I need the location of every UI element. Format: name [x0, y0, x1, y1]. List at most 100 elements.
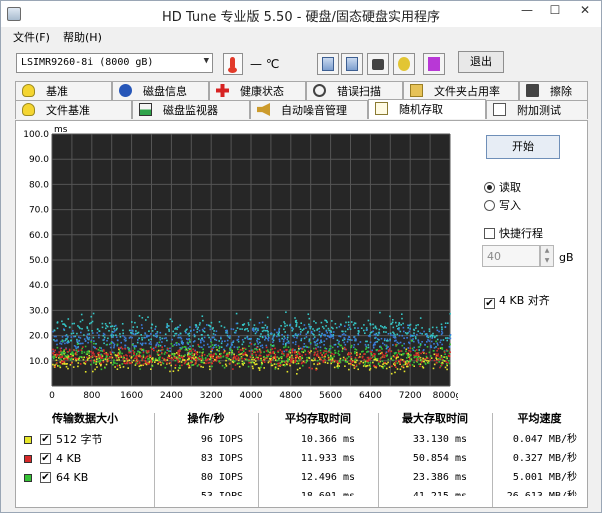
data-point — [231, 350, 233, 353]
data-point — [408, 330, 411, 333]
trash-icon — [526, 84, 539, 97]
data-point — [259, 349, 261, 352]
data-point — [164, 333, 167, 335]
data-point — [117, 355, 120, 357]
data-point — [266, 356, 269, 358]
data-point — [324, 354, 326, 356]
align-option[interactable]: ✔ 4 KB 对齐 — [484, 292, 550, 309]
data-point — [195, 351, 197, 353]
tab-erase[interactable]: 擦除 — [519, 81, 588, 100]
data-point — [365, 340, 367, 343]
tab-folder-usage[interactable]: 文件夹占用率 — [403, 81, 519, 100]
options-button[interactable] — [393, 53, 415, 75]
copy-results-button[interactable] — [341, 53, 363, 75]
data-point — [247, 338, 249, 340]
data-point — [155, 343, 158, 346]
data-point — [93, 362, 95, 364]
data-point — [59, 347, 62, 350]
tab-random-access[interactable]: 随机存取 — [368, 99, 486, 119]
data-point — [93, 340, 95, 342]
tab-error-scan[interactable]: 错误扫描 — [306, 81, 403, 100]
data-point — [341, 350, 344, 352]
data-point — [136, 352, 138, 355]
data-point — [99, 361, 101, 363]
data-point — [336, 365, 338, 368]
quick-stroke-checkbox[interactable] — [484, 228, 495, 239]
data-point — [402, 326, 405, 329]
quick-stroke-option[interactable]: 快捷行程 — [484, 225, 543, 241]
data-point — [290, 357, 292, 360]
data-point — [424, 358, 426, 360]
tab-file-benchmark[interactable]: 文件基准 — [15, 100, 132, 119]
read-option[interactable]: 读取 — [484, 179, 521, 195]
series-color-swatch — [24, 455, 32, 463]
data-point — [231, 360, 234, 363]
tab-health[interactable]: 健康状态 — [209, 81, 306, 100]
exit-button[interactable]: 退出 — [458, 51, 504, 73]
data-point — [260, 366, 262, 369]
tab-benchmark[interactable]: 基准 — [15, 81, 112, 100]
data-point — [180, 361, 183, 363]
data-point — [313, 347, 315, 350]
data-point — [154, 361, 156, 363]
data-point — [156, 331, 159, 333]
data-point — [399, 361, 401, 364]
data-point — [271, 356, 274, 359]
screenshot-button[interactable] — [367, 53, 389, 75]
data-point — [147, 358, 149, 360]
series-checkbox[interactable]: ✔ — [40, 472, 51, 483]
tab-disk-monitor[interactable]: 磁盘监视器 — [132, 100, 250, 119]
data-point — [352, 346, 355, 349]
start-button[interactable]: 开始 — [486, 135, 560, 159]
tab-noise-management[interactable]: 自动噪音管理 — [250, 100, 368, 119]
maximize-button[interactable]: ☐ — [541, 1, 569, 21]
drive-select[interactable]: LSIMR9260-8i (8000 gB) ▼ — [16, 53, 213, 73]
data-point — [309, 341, 312, 344]
quick-stroke-input[interactable]: 40 — [482, 245, 540, 267]
data-point — [235, 329, 237, 332]
data-point — [107, 337, 109, 340]
data-point — [334, 351, 337, 354]
data-point — [223, 326, 226, 329]
data-point — [205, 362, 207, 365]
data-point — [403, 360, 405, 363]
data-point — [238, 365, 241, 368]
close-button[interactable]: ✕ — [569, 1, 601, 21]
data-point — [58, 351, 60, 353]
menu-help[interactable]: 帮助(H) — [63, 29, 102, 45]
data-point — [327, 327, 330, 330]
data-point — [233, 360, 236, 363]
series-checkbox[interactable]: ✔ — [40, 453, 51, 464]
data-point — [153, 334, 155, 337]
copy-info-button[interactable] — [317, 53, 339, 75]
data-point — [352, 360, 355, 363]
data-point — [174, 367, 177, 369]
save-button[interactable] — [423, 53, 445, 75]
data-point — [417, 330, 419, 333]
minimize-button[interactable]: — — [513, 1, 541, 21]
data-point — [268, 354, 270, 356]
tab-extra-tests[interactable]: 附加测试 — [486, 100, 588, 119]
y-tick-label: 50.0 — [29, 256, 49, 266]
menu-file[interactable]: 文件(F) — [13, 29, 50, 45]
data-point — [235, 322, 238, 325]
data-point — [316, 329, 318, 331]
data-point — [420, 352, 422, 355]
quick-stroke-spinner[interactable]: ▲ ▼ — [540, 245, 554, 267]
read-radio[interactable] — [484, 182, 495, 193]
align-checkbox[interactable]: ✔ — [484, 298, 495, 309]
write-radio[interactable] — [484, 200, 495, 211]
data-point — [237, 353, 240, 356]
write-option[interactable]: 写入 — [484, 197, 521, 213]
data-point — [178, 356, 180, 358]
data-point — [237, 340, 240, 343]
data-point — [331, 320, 333, 322]
data-point — [333, 353, 335, 356]
data-point — [340, 324, 342, 326]
data-point — [382, 367, 384, 369]
data-point — [390, 372, 393, 375]
series-checkbox[interactable]: ✔ — [40, 434, 51, 445]
data-point — [314, 351, 316, 354]
data-point — [360, 327, 363, 329]
tab-disk-info[interactable]: 磁盘信息 — [112, 81, 209, 100]
